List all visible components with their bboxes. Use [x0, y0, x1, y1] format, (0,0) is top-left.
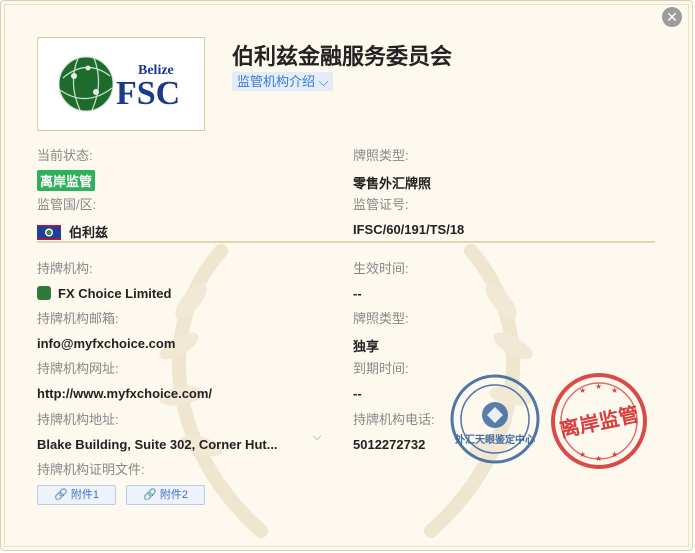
license-type-value: 零售外汇牌照 — [353, 176, 432, 191]
effective-date-field: 生效时间: -- — [353, 258, 409, 301]
attachment-2-button[interactable]: 🔗 附件2 — [126, 485, 205, 505]
phone-field: 持牌机构电话: 5012272732 — [353, 409, 435, 452]
svg-text:离岸监管: 离岸监管 — [558, 402, 641, 442]
region-field: 监管国/区: 伯利兹 — [37, 194, 108, 241]
close-button[interactable]: ✕ — [662, 7, 682, 27]
website-field: 持牌机构网址: http://www.myfxchoice.com/ — [37, 358, 212, 401]
license-number-value: IFSC/60/191/TS/18 — [353, 222, 465, 237]
cert-field: 持牌机构证明文件: 🔗 附件1 🔗 附件2 — [37, 459, 215, 505]
svg-text:★: ★ — [595, 382, 602, 391]
email-value: info@myfxchoice.com — [37, 336, 176, 351]
svg-text:★: ★ — [595, 454, 602, 463]
email-label: 持牌机构邮箱: — [37, 311, 119, 326]
license-card: ✕ Belize FSC 伯利兹金融服务委员会 监管机构介绍 ⌵ 当前状态: 离… — [0, 0, 693, 551]
address-label: 持牌机构地址: — [37, 412, 119, 427]
phone-value: 5012272732 — [353, 437, 426, 452]
expire-date-label: 到期时间: — [353, 361, 409, 376]
address-expand-icon[interactable]: ⌵ — [313, 431, 321, 444]
verification-seal-stamp: 外汇天眼鉴定中心 — [450, 374, 540, 464]
license-type-label: 牌照类型: — [353, 148, 409, 163]
phone-label: 持牌机构电话: — [353, 412, 435, 427]
svg-text:★: ★ — [611, 386, 618, 395]
license-type-field: 牌照类型: 零售外汇牌照 — [353, 145, 431, 192]
cert-label: 持牌机构证明文件: — [37, 462, 145, 477]
status-field: 当前状态: 离岸监管 — [37, 145, 96, 191]
offshore-regulation-stamp: ★ ★ ★ ★ ★ ★ 离岸监管 — [551, 373, 647, 469]
section-divider — [37, 241, 655, 243]
regulator-logo: Belize FSC — [37, 37, 205, 131]
regulator-title: 伯利兹金融服务委员会 — [232, 44, 453, 69]
effective-date-value: -- — [353, 286, 362, 301]
svg-text:外汇天眼鉴定中心: 外汇天眼鉴定中心 — [454, 433, 535, 446]
address-value: Blake Building, Suite 302, Corner Hut... — [37, 437, 278, 452]
license-number-label: 监管证号: — [353, 197, 409, 212]
fsc-logo-graphic: Belize FSC — [58, 56, 180, 112]
license-type2-label: 牌照类型: — [353, 311, 409, 326]
region-label: 监管国/区: — [37, 197, 97, 212]
address-field: 持牌机构地址: Blake Building, Suite 302, Corne… — [37, 409, 278, 452]
belize-flag-icon — [37, 225, 61, 240]
fxchoice-logo-icon — [37, 286, 51, 300]
license-type2-value: 独享 — [353, 339, 380, 354]
attachment-1-button[interactable]: 🔗 附件1 — [37, 485, 116, 505]
expire-date-field: 到期时间: -- — [353, 358, 409, 401]
svg-text:★: ★ — [579, 386, 586, 395]
expire-date-value: -- — [353, 386, 362, 401]
status-label: 当前状态: — [37, 148, 93, 163]
svg-text:FSC: FSC — [116, 75, 180, 112]
effective-date-label: 生效时间: — [353, 261, 409, 276]
status-badge: 离岸监管 — [37, 170, 96, 191]
license-number-field: 监管证号: IFSC/60/191/TS/18 — [353, 194, 464, 237]
svg-text:★: ★ — [579, 450, 586, 459]
svg-text:★: ★ — [611, 450, 618, 459]
holder-field: 持牌机构: FX Choice Limited — [37, 258, 171, 301]
close-icon: ✕ — [666, 9, 678, 25]
email-field: 持牌机构邮箱: info@myfxchoice.com — [37, 308, 175, 351]
website-value[interactable]: http://www.myfxchoice.com/ — [37, 386, 212, 401]
regulator-intro-toggle[interactable]: 监管机构介绍 ⌵ — [232, 72, 334, 91]
holder-label: 持牌机构: — [37, 261, 93, 276]
license-type2-field: 牌照类型: 独享 — [353, 308, 409, 355]
holder-value: FX Choice Limited — [58, 286, 172, 301]
website-label: 持牌机构网址: — [37, 361, 119, 376]
region-value: 伯利兹 — [69, 225, 109, 240]
